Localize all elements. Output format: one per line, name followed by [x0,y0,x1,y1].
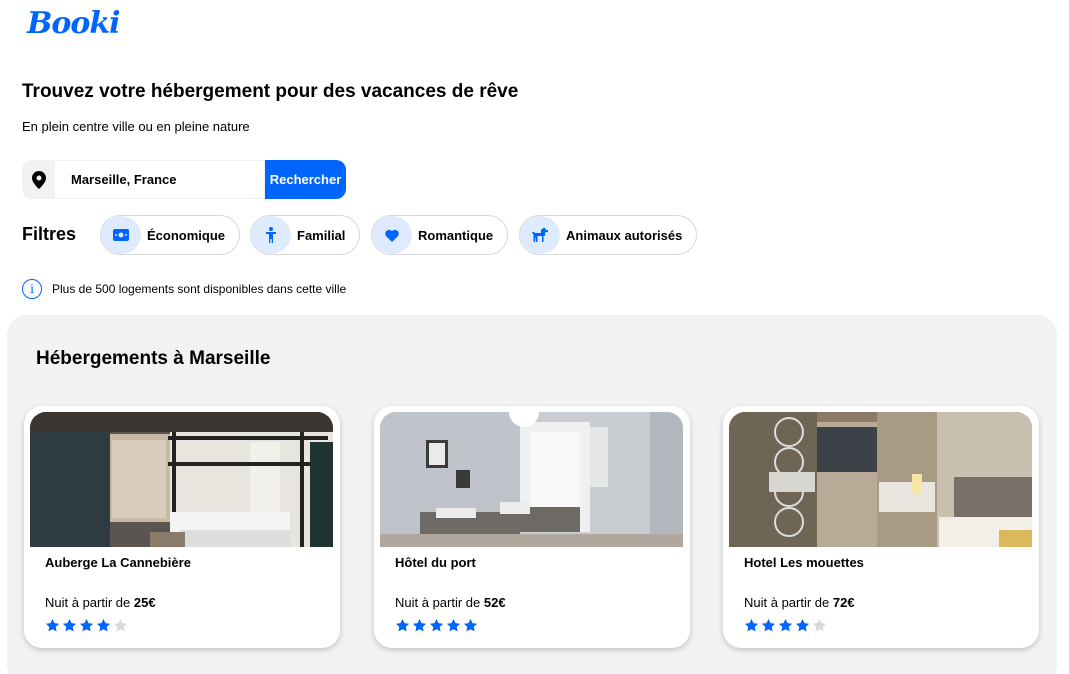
filter-animaux[interactable]: Animaux autorisés [519,215,698,255]
listings-section: Hébergements à Marseille Auberge La Cann… [7,315,1057,674]
star-filled-icon [761,618,776,632]
rating-stars [395,618,478,633]
search-button[interactable]: Rechercher [265,160,346,199]
star-filled-icon [62,618,77,632]
star-filled-icon [412,618,427,632]
star-empty-icon [113,618,128,632]
filter-label: Romantique [418,227,494,243]
rating-stars [744,618,827,633]
star-filled-icon [463,618,478,632]
filter-label: Économique [147,227,226,243]
listing-card[interactable]: Hôtel du port Nuit à partir de 52€ [374,406,690,648]
heart-icon [372,216,412,254]
page-title: Trouvez votre hébergement pour des vacan… [22,81,519,102]
page-subtitle: En plein centre ville ou en pleine natur… [22,119,250,134]
listing-photo [380,412,683,547]
location-pin-icon [22,160,55,199]
star-filled-icon [429,618,444,632]
listings-title: Hébergements à Marseille [36,348,271,369]
listing-photo [729,412,1032,547]
listing-name: Auberge La Cannebière [45,555,191,570]
info-icon: i [22,279,42,299]
filter-romantique[interactable]: Romantique [371,215,509,255]
star-filled-icon [744,618,759,632]
listing-price: Nuit à partir de 52€ [395,595,506,610]
booki-logo[interactable]: Booki [27,6,121,41]
star-filled-icon [778,618,793,632]
filter-economique[interactable]: Économique [100,215,241,255]
listing-name: Hotel Les mouettes [744,555,864,570]
listing-price: Nuit à partir de 25€ [45,595,156,610]
child-icon [251,216,291,254]
star-filled-icon [79,618,94,632]
filter-label: Familial [297,227,346,243]
star-filled-icon [96,618,111,632]
listing-card[interactable]: Hotel Les mouettes Nuit à partir de 72€ [723,406,1039,648]
dog-icon [520,216,560,254]
star-filled-icon [45,618,60,632]
listing-price: Nuit à partir de 72€ [744,595,855,610]
availability-info: i Plus de 500 logements sont disponibles… [22,279,346,299]
listing-photo [30,412,333,547]
filter-label: Animaux autorisés [566,227,683,243]
search-input[interactable] [55,160,265,199]
listing-name: Hôtel du port [395,555,476,570]
listing-card[interactable]: Auberge La Cannebière Nuit à partir de 2… [24,406,340,648]
filters-label: Filtres [22,224,77,244]
search-bar: Rechercher [22,160,346,199]
money-icon [101,216,141,254]
star-filled-icon [795,618,810,632]
star-filled-icon [395,618,410,632]
info-text: Plus de 500 logements sont disponibles d… [52,282,347,296]
star-filled-icon [446,618,461,632]
star-empty-icon [812,618,827,632]
filter-familial[interactable]: Familial [250,215,361,255]
rating-stars [45,618,128,633]
